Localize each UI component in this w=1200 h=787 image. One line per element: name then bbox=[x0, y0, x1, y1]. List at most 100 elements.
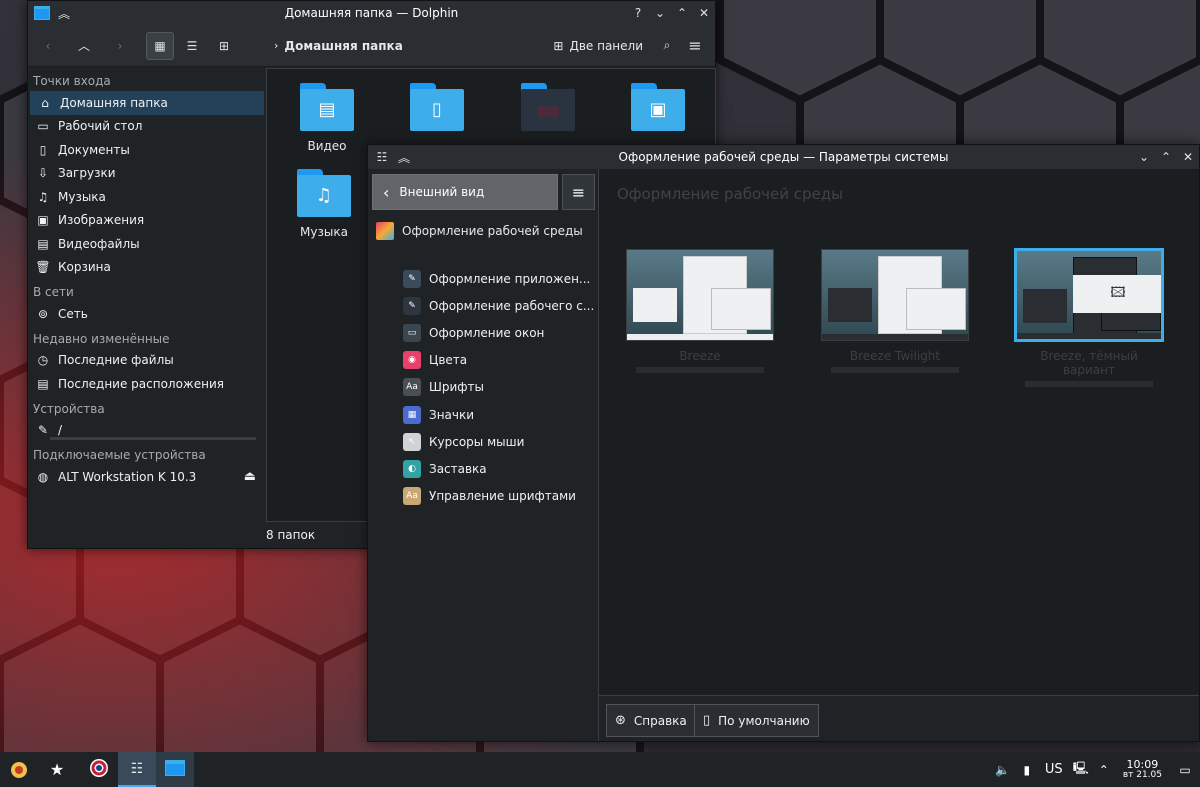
settings-titlebar[interactable]: ☷ ︽ Оформление рабочей среды — Параметры… bbox=[368, 145, 1199, 169]
keep-above-icon[interactable]: ︽ bbox=[53, 2, 75, 24]
keyboard-layout[interactable]: US bbox=[1039, 752, 1069, 787]
category-label: Оформление рабочей среды bbox=[402, 223, 583, 238]
place-item-label: ALT Workstation K 10.3 bbox=[58, 469, 197, 484]
settings-footer: ⊛ Справка ▯ По умолчанию bbox=[599, 695, 1199, 741]
place-item[interactable]: ◍ ALT Workstation K 10.3 ⏏ bbox=[28, 465, 266, 489]
forward-arrow-icon[interactable]: › bbox=[106, 32, 134, 60]
dolphin-titlebar[interactable]: ︽ Домашняя папка — Dolphin ? ⌄ ⌃ ✕ bbox=[28, 1, 715, 25]
defaults-button[interactable]: ▯ По умолчанию bbox=[694, 704, 819, 737]
close-icon[interactable]: ✕ bbox=[693, 2, 715, 24]
file-item[interactable]: ▤ Видео bbox=[287, 83, 367, 153]
place-item[interactable]: ▤ Последние расположения bbox=[28, 372, 266, 396]
page-title: Оформление рабочей среды bbox=[617, 185, 843, 203]
place-item[interactable]: ▣ Изображения bbox=[28, 209, 266, 233]
settings-subitem[interactable]: ▭ Оформление окон bbox=[368, 319, 599, 346]
hamburger-menu-icon[interactable]: ≡ bbox=[562, 174, 595, 210]
place-item[interactable]: ◷ Последние файлы bbox=[28, 349, 266, 373]
compact-view-icon[interactable]: ☰ bbox=[178, 32, 206, 60]
preview-image-icon[interactable]: 🖾 bbox=[1073, 275, 1161, 313]
task-browser[interactable] bbox=[80, 752, 118, 787]
category-workspace-theme[interactable]: Оформление рабочей среды bbox=[368, 217, 599, 244]
show-desktop-icon[interactable]: ▭ bbox=[1170, 752, 1200, 787]
settings-subitem[interactable]: Aa Управление шрифтами bbox=[368, 483, 599, 510]
minimize-icon[interactable]: ⌄ bbox=[649, 2, 671, 24]
network-icon[interactable]: 🖳 bbox=[1069, 752, 1093, 787]
place-item[interactable]: ⌂ Домашняя папка bbox=[30, 91, 264, 115]
settings-subitem-icon: ✎ bbox=[403, 296, 421, 315]
settings-subitem[interactable]: ◐ Заставка bbox=[368, 455, 599, 482]
place-item-label: Рабочий стол bbox=[58, 119, 143, 134]
help-button[interactable]: ⊛ Справка bbox=[606, 704, 696, 737]
desktop-folder-icon: ▬ bbox=[534, 93, 562, 126]
theme-thumbnail bbox=[626, 249, 774, 341]
settings-subitem-label: Значки bbox=[429, 407, 475, 422]
place-item[interactable]: ▤ Видеофайлы bbox=[28, 232, 266, 256]
settings-subitem[interactable]: Aa Шрифты bbox=[368, 374, 599, 401]
back-arrow-icon: ‹ bbox=[383, 182, 390, 202]
file-item[interactable]: ▣ bbox=[618, 83, 698, 131]
usb-device-icon[interactable]: ▮ bbox=[1015, 752, 1039, 787]
music-folder-icon: ♫ bbox=[315, 185, 333, 206]
split-view-icon[interactable]: ⊞ bbox=[553, 39, 563, 53]
breadcrumb-chevron-icon: › bbox=[274, 39, 279, 52]
volume-icon[interactable]: 🔈 bbox=[991, 752, 1015, 787]
settings-subitem-icon: ↖ bbox=[403, 432, 421, 451]
music-icon: ♫ bbox=[37, 189, 49, 204]
up-arrow-icon[interactable]: ︿ bbox=[70, 32, 98, 60]
maximize-icon[interactable]: ⌃ bbox=[671, 2, 693, 24]
settings-subitem-icon: ▦ bbox=[403, 405, 421, 424]
minimize-icon[interactable]: ⌄ bbox=[1133, 146, 1155, 168]
settings-app-icon[interactable]: ☷ bbox=[371, 146, 393, 168]
place-item[interactable]: ▯ Документы bbox=[28, 138, 266, 162]
place-item[interactable]: ▭ Рабочий стол bbox=[28, 115, 266, 139]
theme-card[interactable]: Breeze bbox=[626, 249, 774, 373]
place-item[interactable]: ⊚ Сеть bbox=[28, 302, 266, 326]
favorites-star-icon[interactable]: ★ bbox=[38, 752, 76, 787]
breadcrumb[interactable]: Домашняя папка bbox=[284, 39, 402, 53]
settings-subitem-icon: ✎ bbox=[403, 269, 421, 288]
search-icon[interactable]: ⌕ bbox=[653, 32, 681, 60]
dolphin-app-icon[interactable] bbox=[31, 2, 53, 24]
recent-locations-icon: ▤ bbox=[37, 376, 49, 391]
settings-subitem[interactable]: ◉ Цвета bbox=[368, 347, 599, 374]
theme-card[interactable]: 🖾 Breeze, тёмный вариант bbox=[1015, 249, 1163, 387]
split-view-button[interactable]: Две панели bbox=[569, 39, 643, 53]
file-item[interactable]: ♫ Музыка bbox=[284, 169, 364, 239]
place-item[interactable]: ✎ / bbox=[28, 419, 266, 443]
file-item[interactable]: ▯ bbox=[397, 83, 477, 131]
keep-above-icon[interactable]: ︽ bbox=[393, 146, 415, 168]
task-system-settings[interactable]: ☷ bbox=[118, 752, 156, 787]
close-icon[interactable]: ✕ bbox=[1177, 146, 1199, 168]
place-item-label: Музыка bbox=[58, 189, 106, 204]
back-arrow-icon[interactable]: ‹ bbox=[34, 32, 62, 60]
details-view-icon[interactable]: ⊞ bbox=[210, 32, 238, 60]
file-item-label: Видео bbox=[307, 139, 347, 153]
place-item[interactable]: ⇩ Загрузки bbox=[28, 162, 266, 186]
back-button[interactable]: ‹ Внешний вид bbox=[372, 174, 558, 210]
eject-icon[interactable]: ⏏ bbox=[244, 469, 256, 484]
maximize-icon[interactable]: ⌃ bbox=[1155, 146, 1177, 168]
clock[interactable]: 10:09 вт 21.05 bbox=[1123, 759, 1162, 781]
places-group-devices: Устройства bbox=[33, 401, 105, 416]
place-item[interactable]: 🗑 Корзина bbox=[28, 256, 266, 280]
tray-expand-icon[interactable]: ⌃ bbox=[1093, 752, 1115, 787]
browser-icon bbox=[89, 758, 109, 781]
settings-subitem-label: Оформление рабочего с... bbox=[429, 298, 595, 313]
settings-subitem[interactable]: ✎ Оформление приложен... bbox=[368, 265, 599, 292]
settings-subitem[interactable]: ✎ Оформление рабочего с... bbox=[368, 292, 599, 319]
app-launcher-icon[interactable] bbox=[0, 752, 38, 787]
task-dolphin[interactable] bbox=[156, 752, 194, 787]
settings-subitem[interactable]: ▦ Значки bbox=[368, 401, 599, 428]
hamburger-menu-icon[interactable]: ≡ bbox=[681, 32, 709, 60]
place-item-label: / bbox=[58, 423, 63, 438]
help-icon[interactable]: ? bbox=[627, 2, 649, 24]
settings-subitem[interactable]: ↖ Курсоры мыши bbox=[368, 428, 599, 455]
back-button-label: Внешний вид bbox=[399, 185, 485, 199]
document-defaults-icon: ▯ bbox=[703, 713, 711, 728]
place-item-label: Домашняя папка bbox=[60, 95, 168, 110]
file-item[interactable]: ▬ bbox=[508, 83, 588, 131]
theme-card[interactable]: Breeze Twilight bbox=[821, 249, 969, 373]
settings-subitem-label: Оформление окон bbox=[429, 325, 545, 340]
icons-view-icon[interactable]: ▦ bbox=[146, 31, 174, 60]
place-item[interactable]: ♫ Музыка bbox=[28, 185, 266, 209]
